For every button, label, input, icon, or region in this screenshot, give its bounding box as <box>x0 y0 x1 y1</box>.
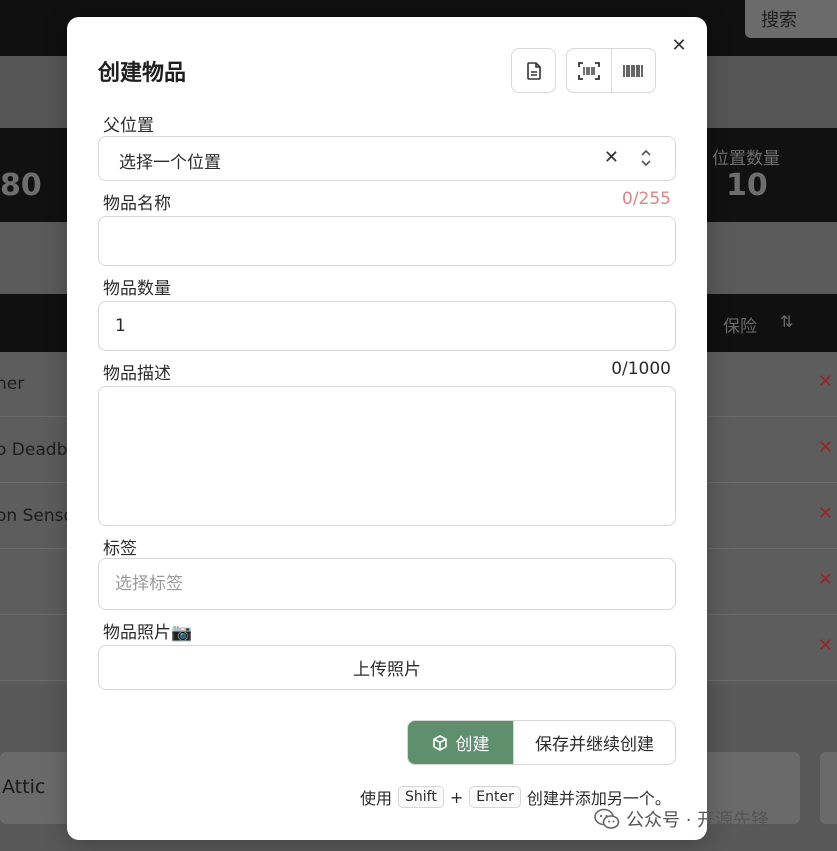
create-item-modal: ✕ 创建物品 父位置 选择一个位置 ✕ 物品名称 0/255 物品数量 1 物品… <box>67 17 707 840</box>
background-row-text: ner <box>0 374 25 394</box>
barcode-icon <box>623 64 643 77</box>
create-button-label: 创建 <box>455 735 490 755</box>
background-delete-icon: ✕ <box>817 635 833 656</box>
item-description-field[interactable] <box>98 386 676 526</box>
close-button[interactable]: ✕ <box>667 33 691 57</box>
clear-icon[interactable]: ✕ <box>604 147 619 168</box>
save-and-continue-button[interactable]: 保存并继续创建 <box>513 721 675 764</box>
item-name-field[interactable] <box>98 216 676 266</box>
item-photo-label: 物品照片📷 <box>103 623 193 643</box>
create-button[interactable]: 创建 <box>408 721 513 764</box>
hint-prefix: 使用 <box>360 789 393 808</box>
background-location-card <box>820 752 837 824</box>
chevron-updown-icon <box>641 149 651 167</box>
watermark: 公众号 · 开源先锋 <box>594 806 769 832</box>
background-delete-icon: ✕ <box>817 437 833 458</box>
watermark-text: 公众号 · 开源先锋 <box>626 810 770 831</box>
upload-photo-button[interactable]: 上传照片 <box>98 645 676 690</box>
item-name-counter: 0/255 <box>622 189 671 209</box>
enter-key: Enter <box>469 786 521 808</box>
shift-key: Shift <box>398 786 444 808</box>
item-description-counter: 0/1000 <box>611 359 671 379</box>
parent-location-value: 选择一个位置 <box>119 153 221 173</box>
hint-plus: + <box>449 787 464 807</box>
scan-barcode-button[interactable] <box>567 49 611 92</box>
background-sort-icon: ⇅ <box>780 312 794 331</box>
background-stat-value: 80 <box>0 168 42 203</box>
item-name-input[interactable] <box>99 217 675 265</box>
tags-label: 标签 <box>103 539 137 559</box>
item-name-label: 物品名称 <box>103 194 171 214</box>
item-quantity-label: 物品数量 <box>103 279 171 299</box>
background-stat-value-right: 10 <box>726 168 768 203</box>
background-card-text: Attic <box>2 776 46 798</box>
item-description-label: 物品描述 <box>103 364 171 384</box>
item-description-textarea[interactable] <box>99 387 675 525</box>
barcode-scan-icon <box>577 61 600 80</box>
tags-field[interactable] <box>98 558 676 610</box>
background-delete-icon: ✕ <box>817 371 833 392</box>
tags-input[interactable] <box>99 559 675 609</box>
parent-location-label: 父位置 <box>103 116 154 136</box>
item-quantity-input[interactable] <box>99 302 675 350</box>
background-delete-icon: ✕ <box>817 569 833 590</box>
background-row-text: on Senso <box>0 506 74 526</box>
modal-title: 创建物品 <box>98 61 187 86</box>
wechat-icon <box>594 808 620 829</box>
parent-location-select[interactable]: 选择一个位置 ✕ <box>98 136 676 181</box>
document-icon <box>526 61 541 80</box>
action-button-group: 创建 保存并继续创建 <box>407 720 676 765</box>
background-stat-label: 位置数量 <box>712 149 780 169</box>
cube-icon <box>432 734 447 751</box>
scanner-button-group <box>566 48 656 93</box>
background-delete-icon: ✕ <box>817 503 833 524</box>
background-search-button: 搜索 <box>745 0 837 38</box>
document-button[interactable] <box>511 48 556 93</box>
item-quantity-field[interactable] <box>98 301 676 351</box>
barcode-button[interactable] <box>610 49 656 92</box>
background-column-insurance: 保险 <box>723 317 757 337</box>
